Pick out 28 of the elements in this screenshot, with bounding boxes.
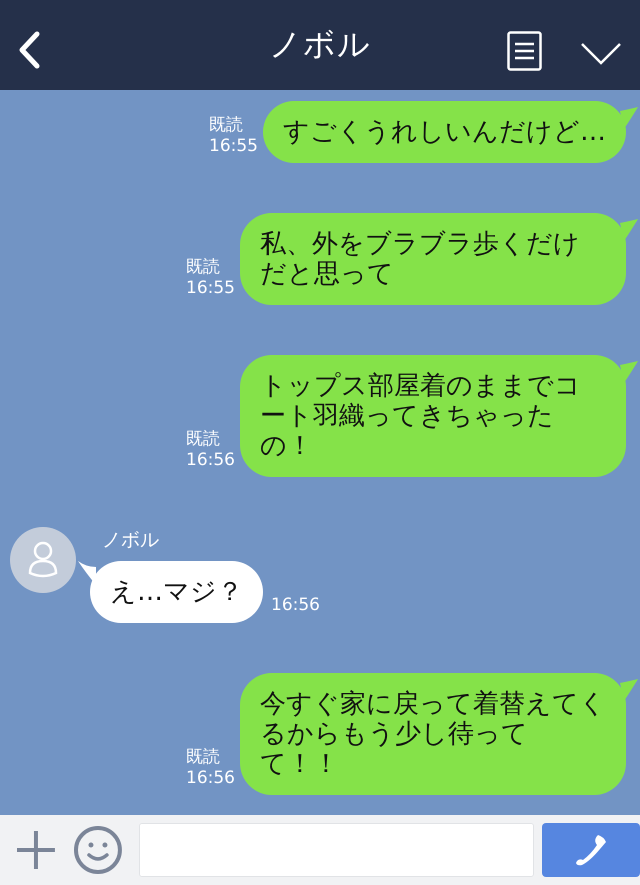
bubble-tail <box>620 679 638 701</box>
read-receipt: 既読 <box>186 257 221 278</box>
emoji-icon[interactable] <box>72 825 123 875</box>
read-receipt: 既読 <box>186 747 221 768</box>
message-bubble: トップス部屋着のままでコート羽織ってきちゃったの！ <box>240 355 626 477</box>
message-input[interactable] <box>138 823 534 877</box>
message-time: 16:55 <box>186 278 235 299</box>
message-time: 16:56 <box>186 768 235 789</box>
read-receipt: 既読 <box>186 429 221 450</box>
plus-icon[interactable] <box>15 829 57 871</box>
avatar[interactable] <box>10 527 76 593</box>
bubble-tail <box>620 361 638 383</box>
message-time: 16:55 <box>209 136 258 157</box>
bubble-tail <box>620 107 638 129</box>
bubble-tail <box>620 219 638 241</box>
sender-name: ノボル <box>102 528 160 553</box>
message-bubble: 私、外をブラブラ歩くだけだと思って <box>240 213 626 305</box>
phone-icon <box>574 833 608 867</box>
call-button[interactable] <box>542 823 640 877</box>
read-receipt: 既読 <box>209 115 244 136</box>
chevron-down-icon[interactable] <box>580 42 622 66</box>
chat-title: ノボル <box>269 24 371 65</box>
note-icon[interactable] <box>507 31 542 71</box>
message-time: 16:56 <box>186 450 235 471</box>
message-bubble: 今すぐ家に戻って着替えてくるからもう少し待ってて！！ <box>240 673 626 795</box>
message-time: 16:56 <box>271 595 320 615</box>
message-bubble: え…マジ？ <box>90 561 263 623</box>
message-bubble: すごくうれしいんだけど… <box>263 101 626 163</box>
